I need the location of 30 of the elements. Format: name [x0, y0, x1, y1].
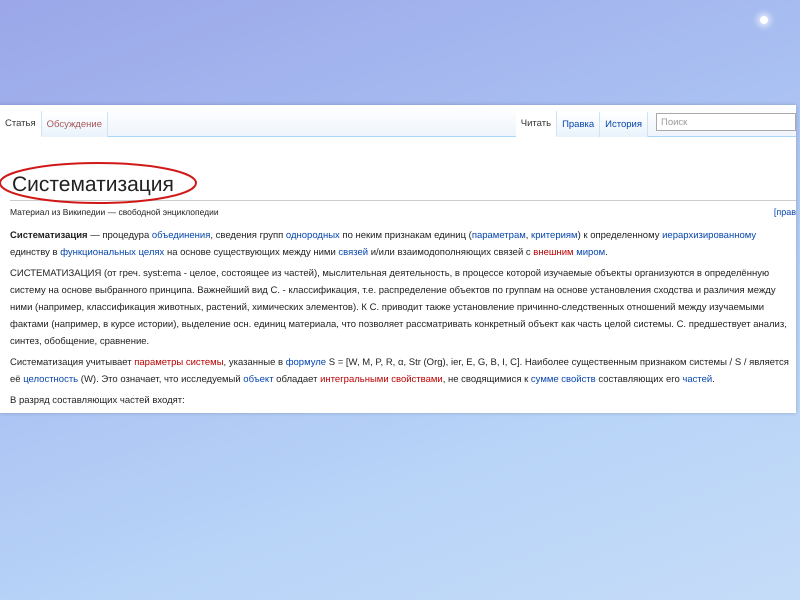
sparkle-icon [760, 16, 768, 24]
article-link[interactable]: параметрам [472, 230, 526, 241]
article-paragraph: В разряд составляющих частей входят: [10, 394, 186, 408]
article-link[interactable]: сумме свойств [530, 374, 596, 385]
article-link[interactable]: целостность [23, 374, 78, 385]
subtitle-text: Материал из Википедии — свободной энциклопедии [10, 207, 219, 217]
article-link[interactable]: функциональных целях [60, 247, 164, 258]
missing-article-link[interactable]: параметры системы [134, 357, 224, 368]
article-link[interactable]: критериям [531, 230, 578, 241]
article-link[interactable]: однородных [286, 230, 340, 241]
article-paragraph: СИСТЕМАТИЗАЦИЯ (от греч. syst:ema - целое, состоящее из частей), мыслительная деятельность, в процессе которой изучаемые объекты организуются в определённую систему на основе выбранного принципа. Важнейший вид С. - классификация, т.е. распределение объектов по группам на основе установления сходства и различия между ними (например, классификация животных, растений, химических элементов). К С. приводит также установление причинно-следственных отношений между изучаемыми фактами (например, в курсе истории), выделение осн. единиц материала, что позволяет рассматривать конкретный объект как часть целой системы. С. предшествует анализ, синтез, обобщение, сравнение. [10, 267, 788, 349]
missing-article-link[interactable]: интегральными свойствами [320, 374, 443, 385]
edit-link[interactable]: [прав [774, 207, 796, 217]
article-link[interactable]: иерархизированному [662, 230, 756, 241]
tab[interactable]: Правка [557, 112, 600, 137]
article-paragraph: Систематизация — процедура объединения, сведения групп однородных по неким признакам единиц (параметрам, критериям) к определенному иерархизированному единству в функциональных целях на основе существующих между ними связей и/или взаимодополняющих связей с внешним миром. [10, 229, 758, 260]
article-link[interactable]: частей [682, 374, 712, 385]
article-link[interactable]: формуле [286, 357, 326, 368]
tab[interactable]: Статья [0, 111, 42, 137]
tab[interactable]: Обсуждение [42, 112, 108, 137]
tab[interactable]: Читать [516, 111, 558, 137]
missing-article-link[interactable]: внешним [533, 247, 576, 258]
page-title-heading: Систематизация [10, 172, 796, 201]
article-paragraph: Систематизация учитывает параметры системы, указанные в формуле S = [W, M, P, R, α, Str (Org), ier, E, G, B, I, C]. Наиболее существенным признаком системы / S / является её целостность (W). Это означает, что исследуемый объект обладает интегральными свойствами, не сводящимися к сумме свойств составляющих его частей. [10, 356, 790, 387]
article-link[interactable]: объект [243, 374, 274, 385]
search-field[interactable]: Поиск [656, 113, 796, 131]
tab[interactable]: История [600, 112, 648, 137]
article-link[interactable]: связей [338, 247, 368, 258]
article-link[interactable]: объединения [152, 230, 210, 241]
article-link[interactable]: миром [576, 247, 606, 258]
